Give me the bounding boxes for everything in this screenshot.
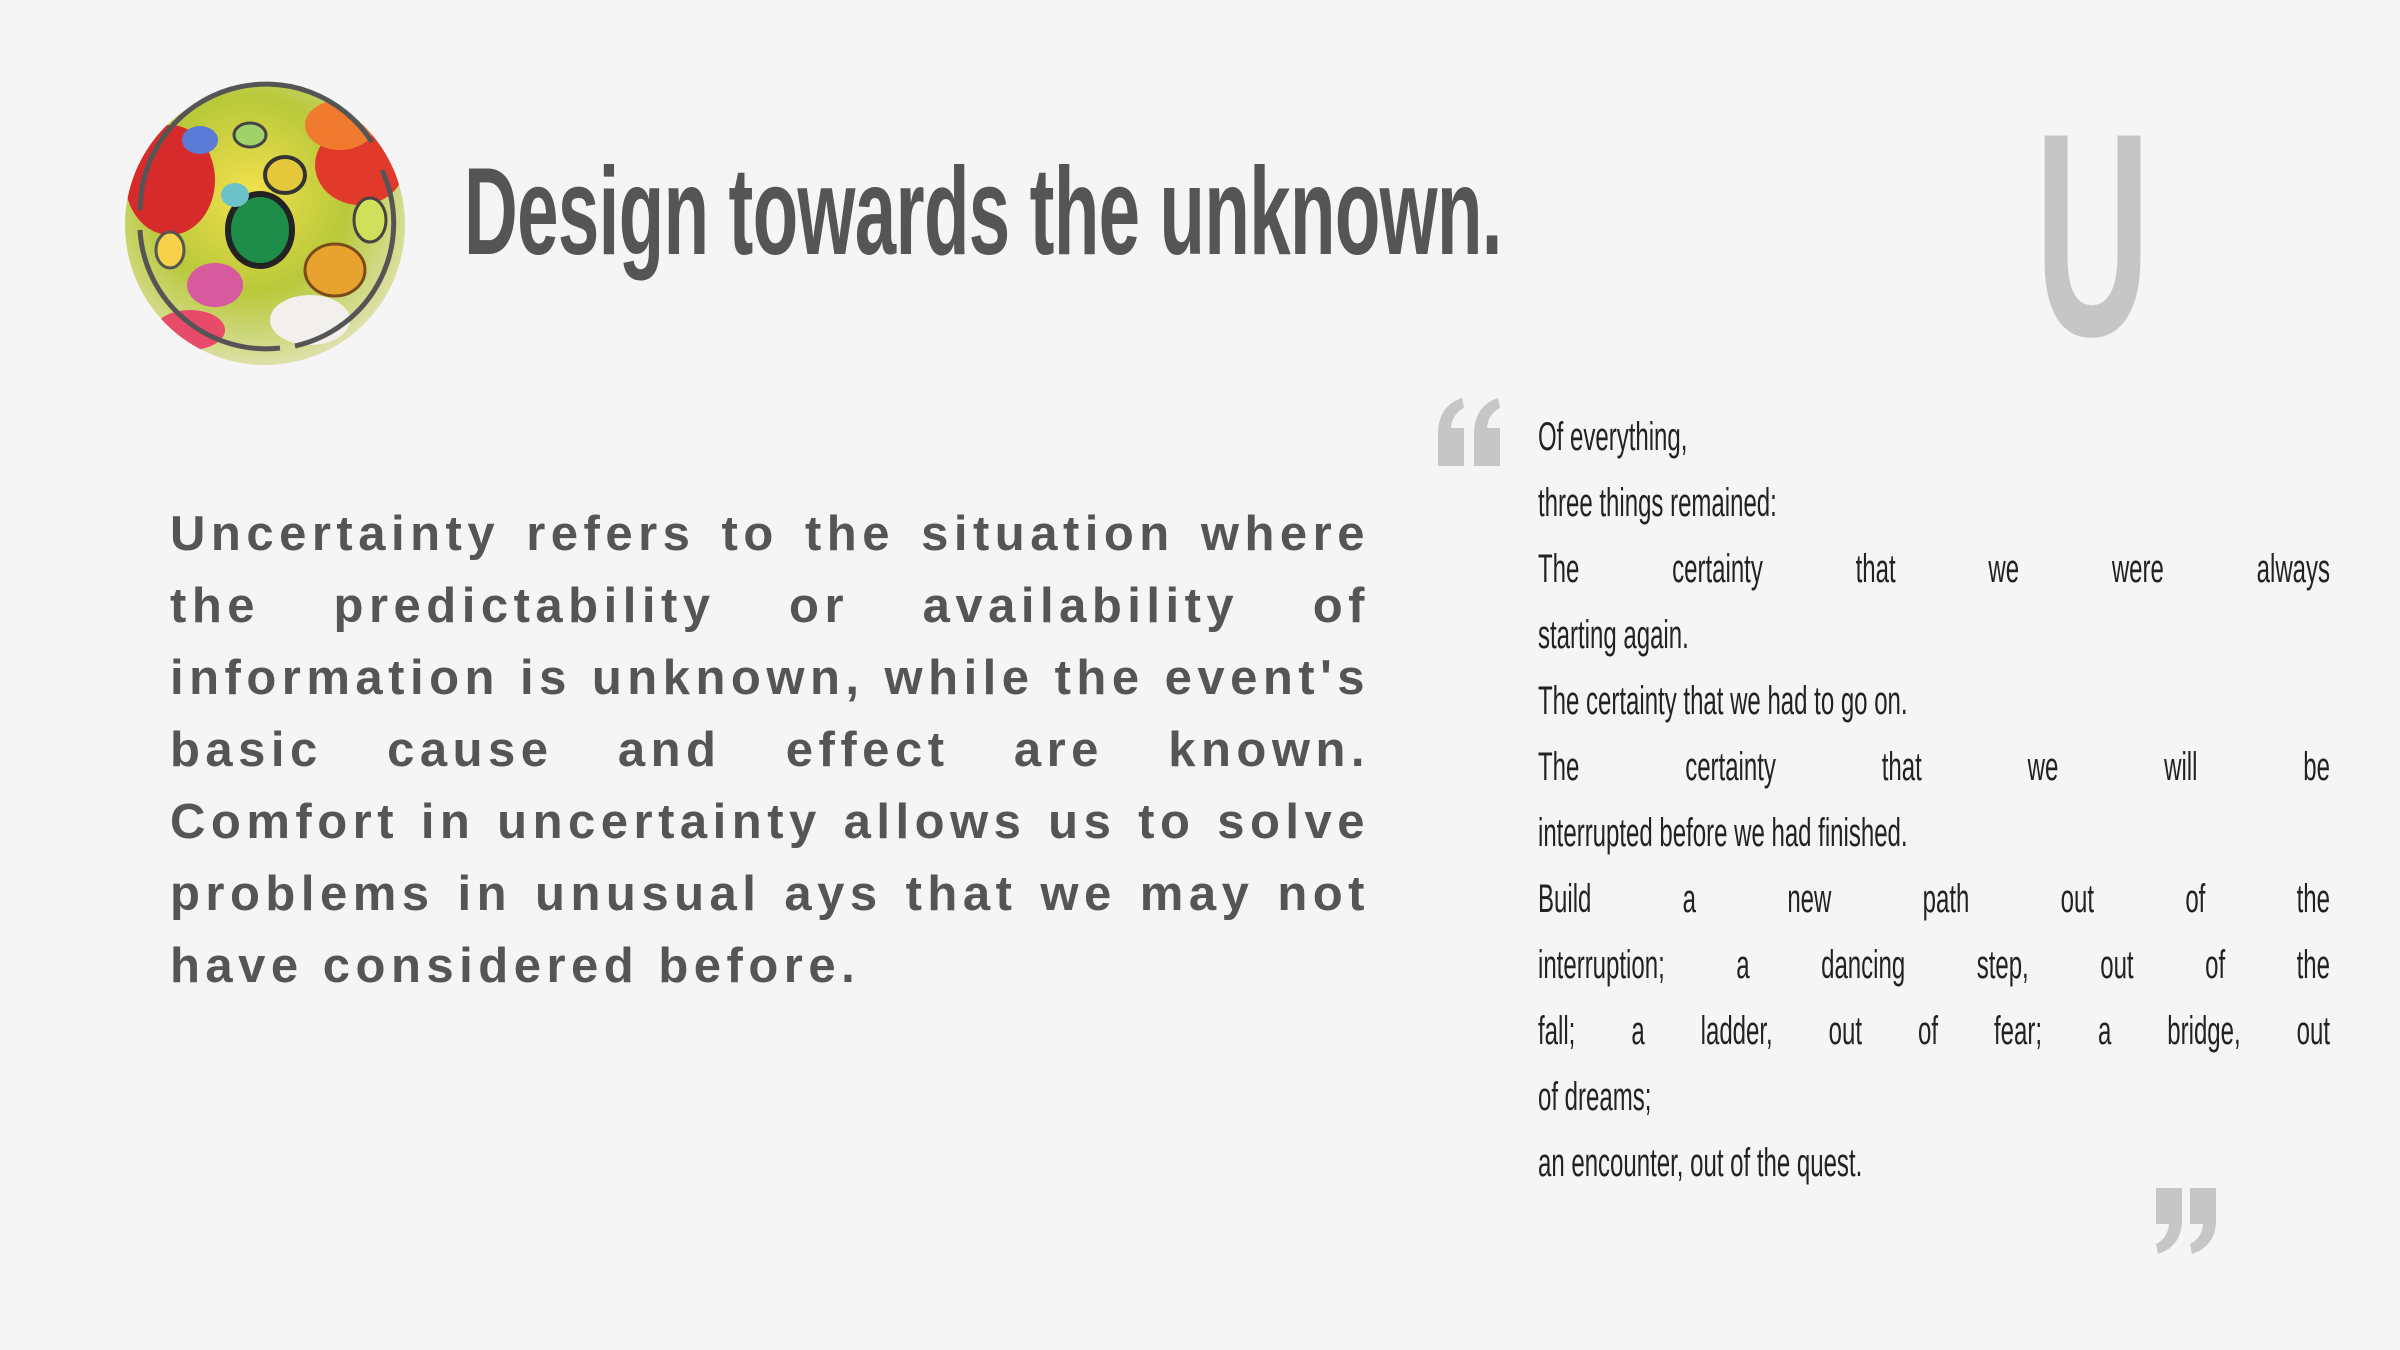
quote-line: Of everything, [1538, 415, 1688, 459]
quote-line: of dreams; [1538, 1075, 1652, 1119]
close-quote-icon [2156, 1188, 2216, 1254]
quote-line: The certainty that we were always [1538, 547, 2330, 591]
body-paragraph: Uncertainty refers to the situation wher… [170, 507, 1370, 993]
decorative-letter: U [2035, 73, 2151, 397]
quote-line: interrupted before we had finished. [1538, 811, 1908, 855]
quote-block: Of everything, three things remained: Th… [1538, 404, 2330, 1196]
quote-line: The certainty that we had to go on. [1538, 679, 1908, 723]
quote-line: Build a new path out of the [1538, 877, 2330, 921]
page-title: Design towards the unknown. [464, 143, 1502, 281]
quote-line: interruption; a dancing step, out of the [1538, 943, 2330, 987]
quote-line: starting again. [1538, 613, 1689, 657]
quote-line: an encounter, out of the quest. [1538, 1141, 1863, 1185]
marbled-paint-circle-icon [125, 81, 405, 365]
quote-line: three things remained: [1538, 481, 1777, 525]
quote-line: fall; a ladder, out of fear; a bridge, o… [1538, 1009, 2330, 1053]
open-quote-icon [1438, 398, 1500, 466]
quote-line: The certainty that we will be [1538, 745, 2330, 789]
marbled-logo [110, 70, 420, 380]
